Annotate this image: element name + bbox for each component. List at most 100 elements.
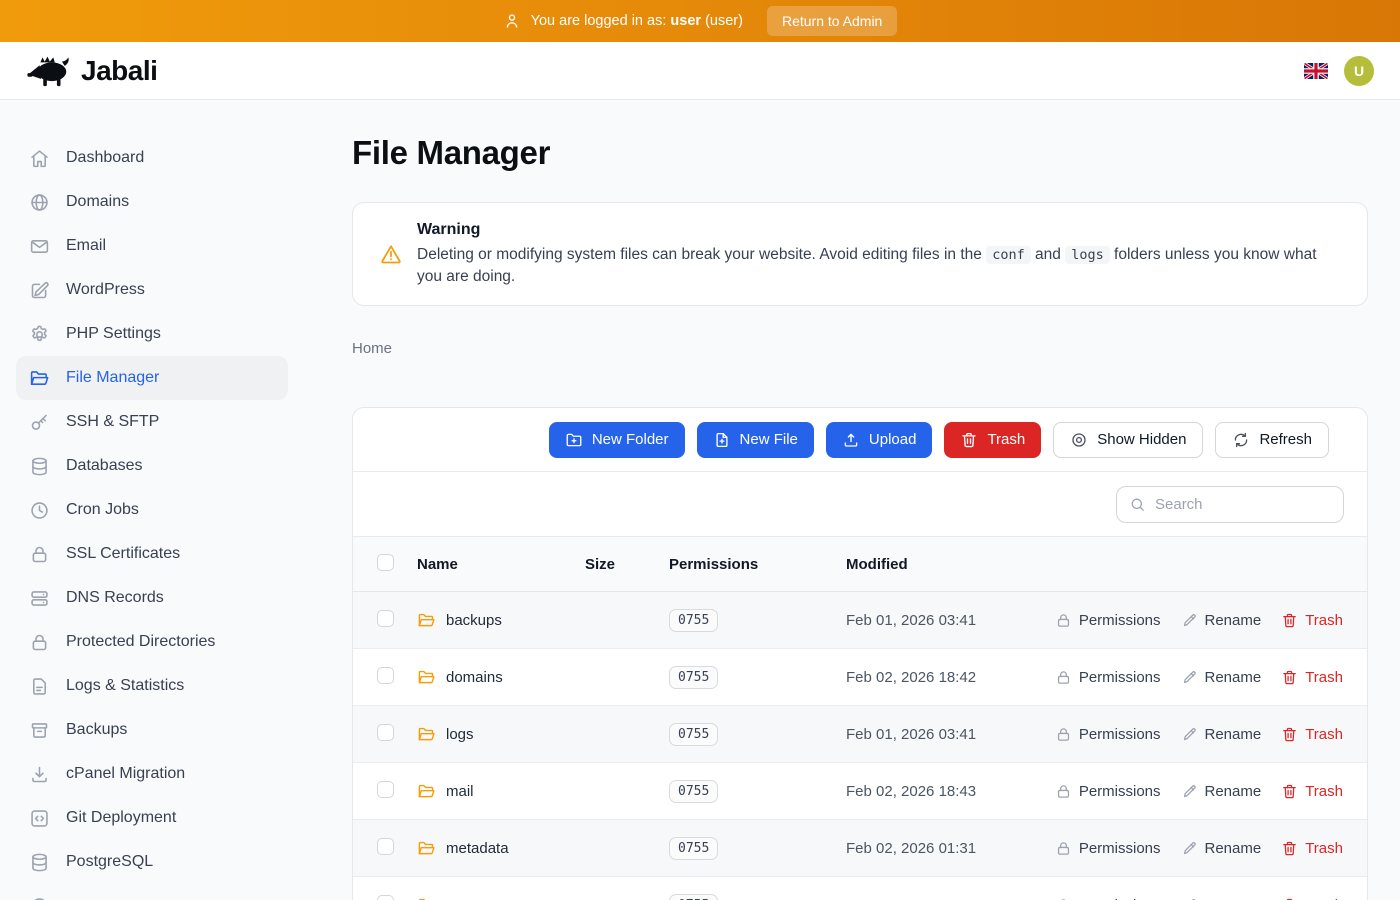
sidebar-item-email[interactable]: Email: [16, 224, 288, 268]
sidebar-item-wordpress[interactable]: WordPress: [16, 268, 288, 312]
sidebar-item-databases[interactable]: Databases: [16, 444, 288, 488]
folder-icon: [29, 368, 50, 389]
sidebar-item-protected-directories[interactable]: Protected Directories: [16, 620, 288, 664]
search-input[interactable]: [1155, 496, 1331, 513]
trash-action-button[interactable]: Trash: [1281, 897, 1343, 900]
permissions-action-button[interactable]: Permissions: [1055, 669, 1161, 686]
trash-action-button[interactable]: Trash: [1281, 840, 1343, 857]
row-checkbox[interactable]: [377, 895, 394, 900]
folder-icon: [417, 839, 436, 858]
trash-icon: [1281, 612, 1298, 629]
row-checkbox[interactable]: [377, 838, 394, 855]
circle-icon: [29, 896, 50, 900]
sidebar-item-label: PostgreSQL: [66, 853, 153, 871]
sidebar-item[interactable]: [16, 884, 288, 900]
trash-action-button[interactable]: Trash: [1281, 669, 1343, 686]
sidebar-item-php-settings[interactable]: PHP Settings: [16, 312, 288, 356]
trash-action-button[interactable]: Trash: [1281, 783, 1343, 800]
folder-icon: [417, 725, 436, 744]
sidebar-item-cpanel-migration[interactable]: cPanel Migration: [16, 752, 288, 796]
rename-action-button[interactable]: Rename: [1181, 840, 1262, 857]
trash-icon: [1281, 726, 1298, 743]
file-plus-icon: [713, 431, 731, 449]
sidebar-item-git-deployment[interactable]: Git Deployment: [16, 796, 288, 840]
user-avatar[interactable]: U: [1344, 56, 1374, 86]
toolbar-button-trash[interactable]: Trash: [944, 422, 1041, 458]
sidebar-item-label: WordPress: [66, 281, 145, 299]
row-checkbox[interactable]: [377, 667, 394, 684]
toolbar-button-upload[interactable]: Upload: [826, 422, 933, 458]
rename-action-button[interactable]: Rename: [1181, 726, 1262, 743]
column-header-modified: Modified: [846, 556, 1343, 573]
rename-action-button[interactable]: Rename: [1181, 897, 1262, 900]
sidebar-item-label: Dashboard: [66, 149, 144, 167]
breadcrumb-home-link[interactable]: Home: [352, 340, 392, 357]
sidebar-item-ssh-sftp[interactable]: SSH & SFTP: [16, 400, 288, 444]
row-checkbox[interactable]: [377, 724, 394, 741]
sidebar-item-label: DNS Records: [66, 589, 164, 607]
file-name-cell[interactable]: mail: [417, 782, 585, 801]
sidebar-item-dns-records[interactable]: DNS Records: [16, 576, 288, 620]
sidebar-item-logs-statistics[interactable]: Logs & Statistics: [16, 664, 288, 708]
row-checkbox[interactable]: [377, 781, 394, 798]
trash-action-button[interactable]: Trash: [1281, 612, 1343, 629]
person-icon: [503, 12, 521, 30]
pencil-icon: [1181, 840, 1198, 857]
trash-action-button[interactable]: Trash: [1281, 726, 1343, 743]
sidebar-item-domains[interactable]: Domains: [16, 180, 288, 224]
row-checkbox[interactable]: [377, 610, 394, 627]
trash-icon: [1281, 783, 1298, 800]
table-row-mail: mail 0755 Feb 02, 2026 18:43 Permissions: [353, 763, 1367, 820]
sidebar-item-postgresql[interactable]: PostgreSQL: [16, 840, 288, 884]
impersonated-username: user: [670, 13, 701, 29]
permissions-action-button[interactable]: Permissions: [1055, 840, 1161, 857]
brand-logo: Jabali: [26, 55, 157, 87]
return-to-admin-button[interactable]: Return to Admin: [767, 6, 897, 36]
search-row: [353, 472, 1367, 537]
warning-text: Deleting or modifying system files can b…: [417, 244, 1341, 287]
warning-alert: Warning Deleting or modifying system fil…: [352, 202, 1368, 306]
sidebar-item-label: PHP Settings: [66, 325, 161, 343]
sidebar-item-cron-jobs[interactable]: Cron Jobs: [16, 488, 288, 532]
uk-flag-icon[interactable]: [1304, 63, 1328, 79]
pencil-icon: [1181, 783, 1198, 800]
permissions-action-button[interactable]: Permissions: [1055, 897, 1161, 900]
sidebar-item-ssl-certificates[interactable]: SSL Certificates: [16, 532, 288, 576]
permissions-action-button[interactable]: Permissions: [1055, 783, 1161, 800]
lock-icon: [29, 544, 50, 565]
column-header-name: Name: [417, 556, 585, 573]
permissions-action-button[interactable]: Permissions: [1055, 612, 1161, 629]
file-name: backups: [446, 612, 502, 629]
server-icon: [29, 588, 50, 609]
sidebar-item-file-manager[interactable]: File Manager: [16, 356, 288, 400]
table-header: Name Size Permissions Modified: [353, 537, 1367, 592]
file-name: mail: [446, 783, 474, 800]
file-name-cell[interactable]: metadata: [417, 839, 585, 858]
select-all-checkbox[interactable]: [377, 554, 394, 571]
upload-icon: [842, 431, 860, 449]
file-manager-panel: New Folder New File Upload Trash Show Hi…: [352, 407, 1368, 900]
rename-action-button[interactable]: Rename: [1181, 669, 1262, 686]
lock-icon: [1055, 612, 1072, 629]
file-name-cell[interactable]: backups: [417, 611, 585, 630]
database-icon: [29, 456, 50, 477]
toolbar-button-label: Show Hidden: [1097, 431, 1186, 448]
permissions-badge: 0755: [669, 780, 718, 803]
sidebar-item-label: Databases: [66, 457, 143, 475]
sidebar-item-backups[interactable]: Backups: [16, 708, 288, 752]
permissions-action-button[interactable]: Permissions: [1055, 726, 1161, 743]
file-name-cell[interactable]: [417, 896, 585, 900]
file-toolbar: New Folder New File Upload Trash Show Hi…: [353, 408, 1367, 472]
toolbar-button-refresh[interactable]: Refresh: [1215, 422, 1329, 458]
folder-plus-icon: [565, 431, 583, 449]
toolbar-button-show-hidden[interactable]: Show Hidden: [1053, 422, 1203, 458]
toolbar-button-new-file[interactable]: New File: [697, 422, 814, 458]
file-name-cell[interactable]: logs: [417, 725, 585, 744]
sidebar-item-dashboard[interactable]: Dashboard: [16, 136, 288, 180]
rename-action-button[interactable]: Rename: [1181, 783, 1262, 800]
permissions-badge: 0755: [669, 666, 718, 689]
sidebar-item-label: Git Deployment: [66, 809, 176, 827]
file-name-cell[interactable]: domains: [417, 668, 585, 687]
toolbar-button-new-folder[interactable]: New Folder: [549, 422, 685, 458]
rename-action-button[interactable]: Rename: [1181, 612, 1262, 629]
